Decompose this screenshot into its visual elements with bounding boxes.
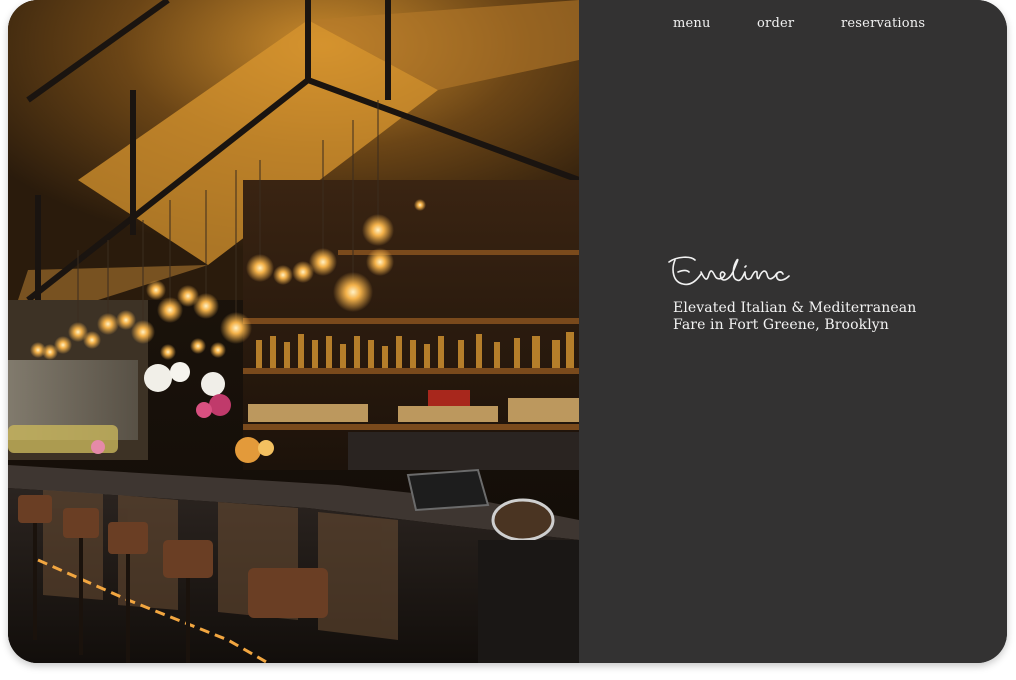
nav-link-menu[interactable]: menu [673, 16, 711, 31]
evelina-script-logo [668, 256, 790, 286]
app-window: menu order reservations Elevated Italian… [8, 0, 1007, 663]
tagline: Elevated Italian & Mediterranean Fare in… [673, 300, 973, 334]
hero-bar-photo [8, 0, 579, 663]
tagline-line-1: Elevated Italian & Mediterranean [673, 300, 917, 316]
content-panel: menu order reservations Elevated Italian… [579, 0, 1007, 663]
brand-block: Elevated Italian & Mediterranean Fare in… [665, 248, 973, 334]
nav-link-reservations[interactable]: reservations [841, 16, 925, 31]
nav-link-order[interactable]: order [757, 16, 794, 31]
tagline-line-2: Fare in Fort Greene, Brooklyn [673, 317, 889, 333]
top-navigation: menu order reservations [579, 16, 1007, 36]
bar-interior-illustration [8, 0, 579, 663]
